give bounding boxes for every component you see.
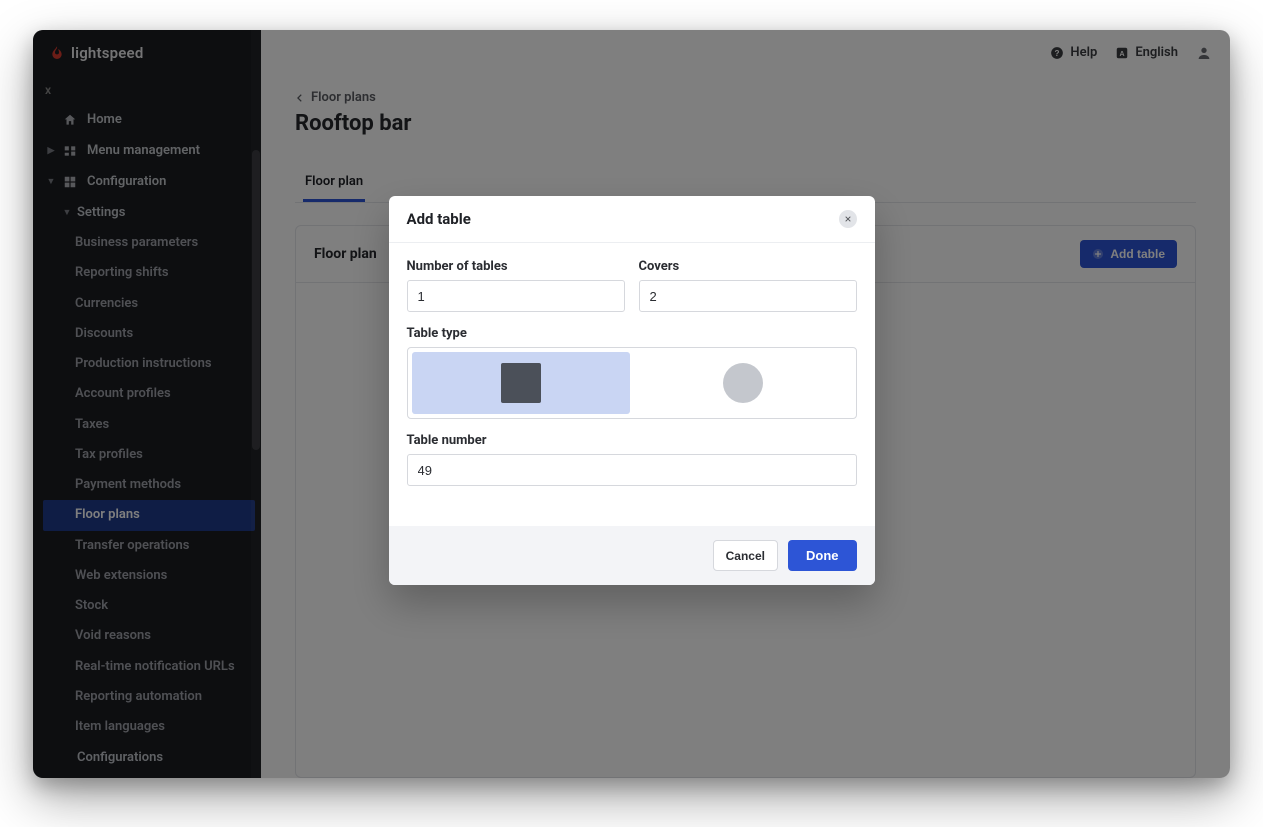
app-window: lightspeed x Home ▶ Menu management — [33, 30, 1230, 778]
cancel-button[interactable]: Cancel — [713, 540, 778, 571]
square-shape-icon — [501, 363, 541, 403]
covers-input[interactable] — [639, 280, 857, 312]
table-number-input[interactable] — [407, 454, 857, 486]
add-table-modal: Add table Number of tables Covers — [389, 196, 875, 585]
label-table-number: Table number — [407, 433, 857, 448]
close-icon — [844, 215, 852, 223]
modal-header: Add table — [389, 196, 875, 243]
done-button[interactable]: Done — [788, 540, 857, 571]
modal-footer: Cancel Done — [389, 526, 875, 585]
field-number-of-tables: Number of tables — [407, 259, 625, 312]
modal-title: Add table — [407, 210, 471, 228]
label-covers: Covers — [639, 259, 857, 274]
table-type-group — [407, 347, 857, 419]
field-covers: Covers — [639, 259, 857, 312]
field-table-number: Table number — [407, 433, 857, 486]
label-number-of-tables: Number of tables — [407, 259, 625, 274]
table-type-square[interactable] — [412, 352, 630, 414]
circle-shape-icon — [723, 363, 763, 403]
table-type-circle[interactable] — [634, 352, 852, 414]
field-table-type: Table type — [407, 326, 857, 419]
number-of-tables-input[interactable] — [407, 280, 625, 312]
label-table-type: Table type — [407, 326, 857, 341]
modal-body: Number of tables Covers Table type — [389, 243, 875, 526]
modal-close-button[interactable] — [839, 210, 857, 228]
